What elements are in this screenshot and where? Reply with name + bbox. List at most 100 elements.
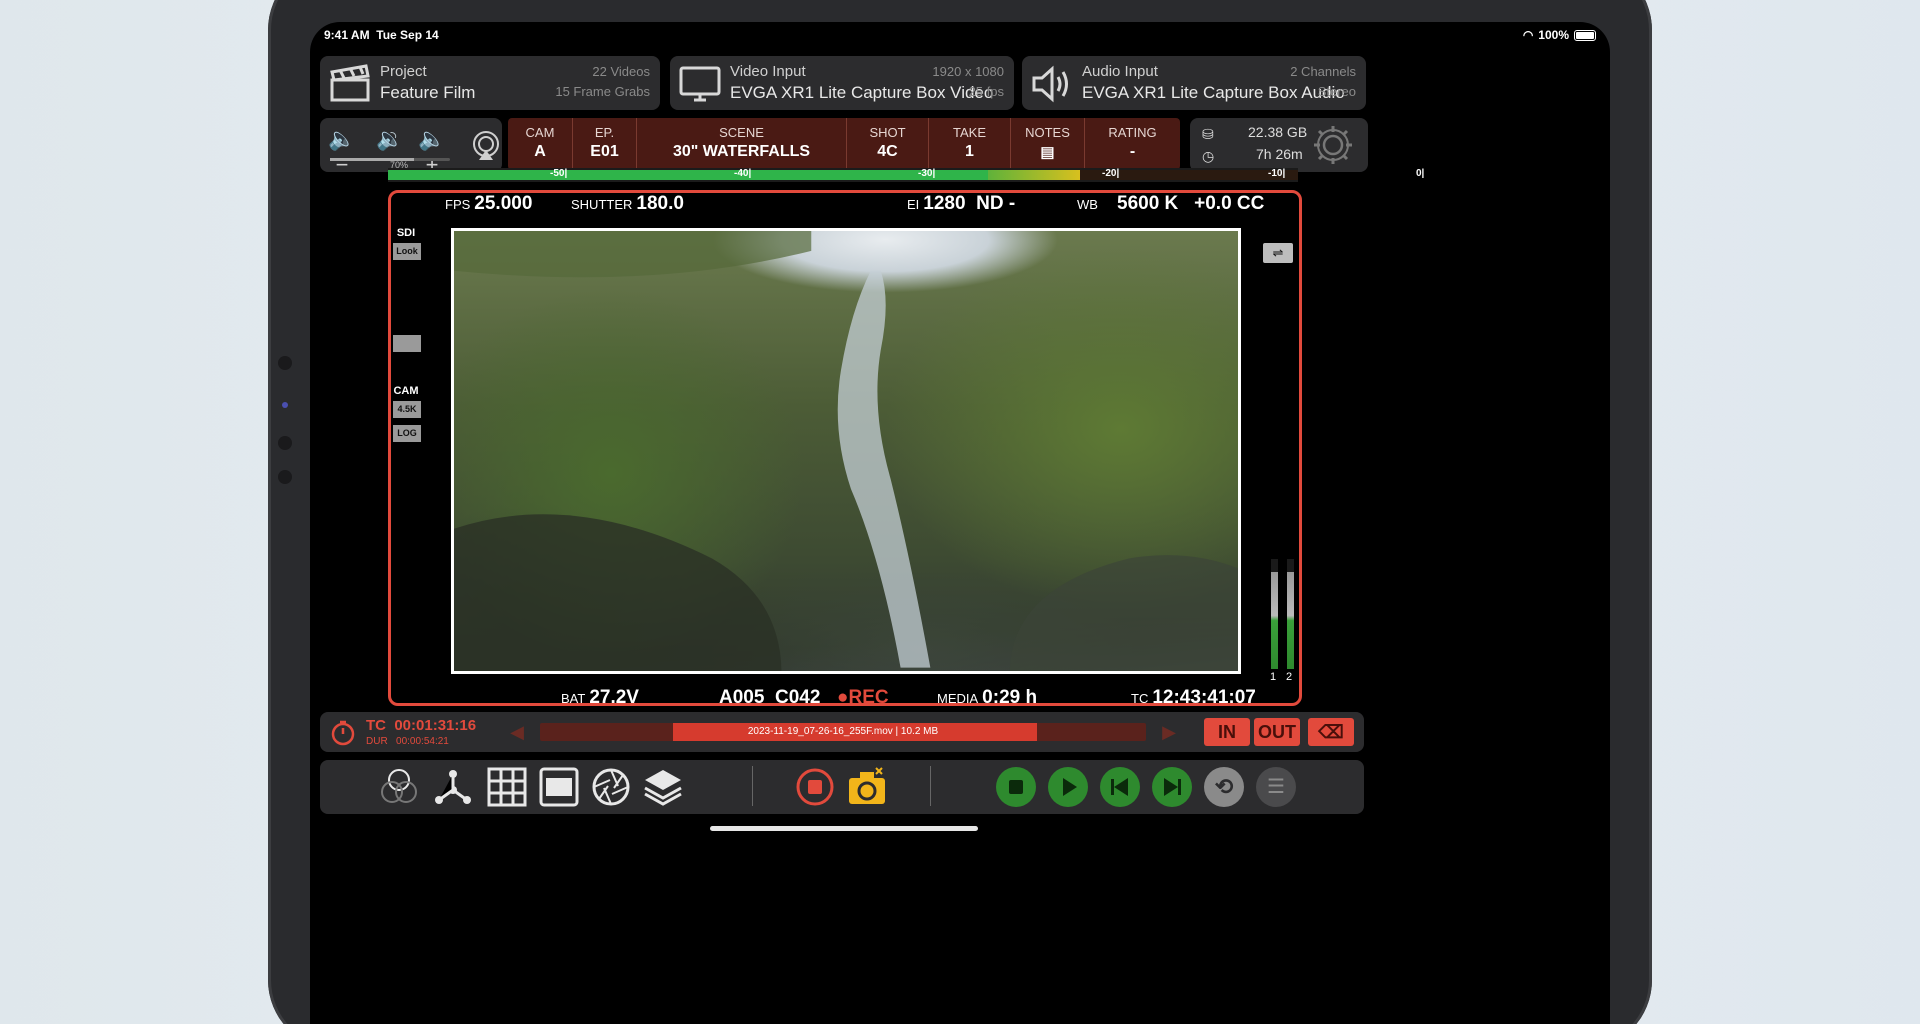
hud-battery: BAT 27.2V: [561, 687, 639, 708]
frame-guides-icon[interactable]: [538, 766, 580, 808]
hud-reel: A005 C042: [719, 687, 821, 708]
meta-rating[interactable]: RATING -: [1085, 118, 1180, 170]
skip-forward-icon[interactable]: ▶: [1158, 722, 1180, 742]
volume-icon: 🔉: [376, 126, 404, 151]
hud-wb: WB: [1077, 197, 1098, 212]
lut-toggle[interactable]: [393, 335, 421, 352]
audio-input-label: Audio Input: [1082, 63, 1158, 80]
project-name: Feature Film: [380, 83, 476, 102]
project-panel[interactable]: Project Feature Film 22 Videos 15 Frame …: [320, 56, 660, 110]
side-button: [278, 436, 292, 450]
video-resolution: 1920 x 1080: [932, 64, 1004, 79]
out-button[interactable]: OUT: [1254, 718, 1300, 746]
meter-tick: -50|: [550, 168, 568, 179]
waterfall-scene-detail: [454, 231, 1238, 671]
grid-icon[interactable]: [486, 766, 528, 808]
hud-wb-value: 5600 K +0.0 CC: [1117, 193, 1265, 214]
battery-icon: [1574, 29, 1596, 41]
app-screen: 9:41 AM Tue Sep 14 ◠ 100% Project Featur…: [310, 22, 1610, 1024]
hud-fps: FPS 25.000: [445, 193, 533, 214]
volume-up-icon[interactable]: 🔈+: [414, 126, 450, 177]
video-monitor[interactable]: FPS 25.000 SHUTTER 180.0 EI 1280 ND - WB 56…: [388, 190, 1302, 708]
side-button: [278, 470, 292, 484]
usb-icon[interactable]: ⇌: [1263, 243, 1293, 263]
in-button[interactable]: IN: [1204, 718, 1250, 746]
delete-button[interactable]: ⌫: [1308, 718, 1354, 746]
clapperboard-icon: [330, 64, 370, 102]
rec-dot-icon: ●: [837, 687, 849, 708]
meter-tick: -40|: [734, 168, 752, 179]
log-badge[interactable]: LOG: [393, 425, 421, 442]
hud-ei: EI 1280 ND -: [907, 193, 1016, 214]
clip-name: 2023-11-19_07-26-16_255F.mov | 10.2 MB: [747, 726, 939, 737]
hud-shutter: SHUTTER 180.0: [571, 193, 684, 214]
frame-grab-camera-icon[interactable]: [846, 766, 888, 808]
project-grab-count: 15 Frame Grabs: [555, 84, 650, 99]
sdi-label: SDI: [396, 227, 416, 239]
look-button[interactable]: Look: [393, 243, 421, 260]
color-channels-icon[interactable]: [378, 766, 420, 808]
resolution-badge[interactable]: 4.5K: [393, 401, 421, 418]
audio-channel-label: 2: [1286, 671, 1293, 683]
wifi-icon: ◠: [1522, 28, 1534, 42]
record-button-icon[interactable]: [794, 766, 836, 808]
project-label: Project: [380, 63, 427, 80]
meta-scene[interactable]: SCENE 30" WATERFALLS: [637, 118, 847, 170]
play-icon[interactable]: [1048, 767, 1088, 807]
volume-control: 🔈− 🔉 🔈+ 70%: [320, 118, 502, 177]
status-battery: ◠ 100%: [1523, 28, 1596, 42]
node-graph-icon[interactable]: [432, 766, 474, 808]
volume-down-icon[interactable]: 🔈−: [324, 126, 360, 177]
toolbar-divider: [752, 766, 753, 806]
monitor-icon: [679, 66, 721, 102]
bottom-toolbar: ⟲ ☰: [320, 760, 1364, 814]
audio-input-device: EVGA XR1 Lite Capture Box Audio: [1082, 83, 1345, 102]
meter-tick: 0|: [1416, 168, 1425, 179]
audio-level-meter: -50| -40| -30| -20| -10| 0|: [388, 168, 1424, 182]
stopwatch-icon: [331, 720, 355, 746]
video-input-label: Video Input: [730, 63, 806, 80]
meta-notes[interactable]: NOTES ▤: [1011, 118, 1085, 170]
audio-channels: 2 Channels: [1290, 64, 1356, 79]
meta-shot[interactable]: SHOT 4C: [847, 118, 929, 170]
video-fps: 25 fps: [968, 84, 1004, 99]
hud-media: MEDIA 0:29 h: [937, 687, 1038, 708]
settings-gear-icon[interactable]: [1310, 122, 1356, 168]
skip-back-icon[interactable]: ◀: [506, 722, 528, 742]
timeline-duration: DUR 00:00:54:21: [366, 736, 449, 747]
aperture-icon[interactable]: [590, 766, 632, 808]
video-input-panel[interactable]: Video Input EVGA XR1 Lite Capture Box Vi…: [670, 56, 1014, 110]
timer-icon: ◷: [1202, 148, 1215, 164]
audio-input-panel[interactable]: Audio Input EVGA XR1 Lite Capture Box Au…: [1022, 56, 1366, 110]
home-indicator: [710, 826, 978, 831]
project-video-count: 22 Videos: [592, 64, 650, 79]
previous-clip-icon[interactable]: [1100, 767, 1140, 807]
status-time: 9:41 AM Tue Sep 14: [324, 28, 439, 42]
timeline-tc: TC 00:01:31:16: [366, 717, 477, 734]
hud-timecode: TC 12:43:41:07: [1131, 687, 1256, 708]
speaker-icon: [1032, 65, 1068, 103]
notes-icon: ▤: [1040, 144, 1055, 161]
meta-take[interactable]: TAKE 1: [929, 118, 1011, 170]
video-input-device: EVGA XR1 Lite Capture Box Video: [730, 83, 994, 102]
stop-icon[interactable]: [996, 767, 1036, 807]
cam-label: CAM: [393, 385, 419, 397]
toolbar-divider: [930, 766, 931, 806]
list-icon[interactable]: ☰: [1256, 767, 1296, 807]
loop-icon[interactable]: ⟲: [1204, 767, 1244, 807]
meta-cam[interactable]: CAM A: [508, 118, 573, 170]
side-button: [278, 356, 292, 370]
camera-indicator: [282, 402, 288, 408]
airplay-icon[interactable]: [470, 130, 502, 162]
meta-episode[interactable]: EP. E01: [573, 118, 637, 170]
slate-metadata: CAM A EP. E01 SCENE 30" WATERFALLS SHOT 4C T…: [508, 118, 1180, 170]
audio-channel-label: 1: [1270, 671, 1277, 683]
audio-mode: Stereo: [1317, 84, 1356, 99]
meter-tick: -20|: [1102, 168, 1120, 179]
audio-channel-meter: [1271, 559, 1278, 669]
next-clip-icon[interactable]: [1152, 767, 1192, 807]
hud-rec: ●REC: [837, 687, 889, 708]
status-bar: 9:41 AM Tue Sep 14 ◠ 100%: [324, 28, 1596, 48]
layers-icon[interactable]: [642, 766, 684, 808]
timeline-scrubber[interactable]: 2023-11-19_07-26-16_255F.mov | 10.2 MB: [540, 723, 1146, 741]
